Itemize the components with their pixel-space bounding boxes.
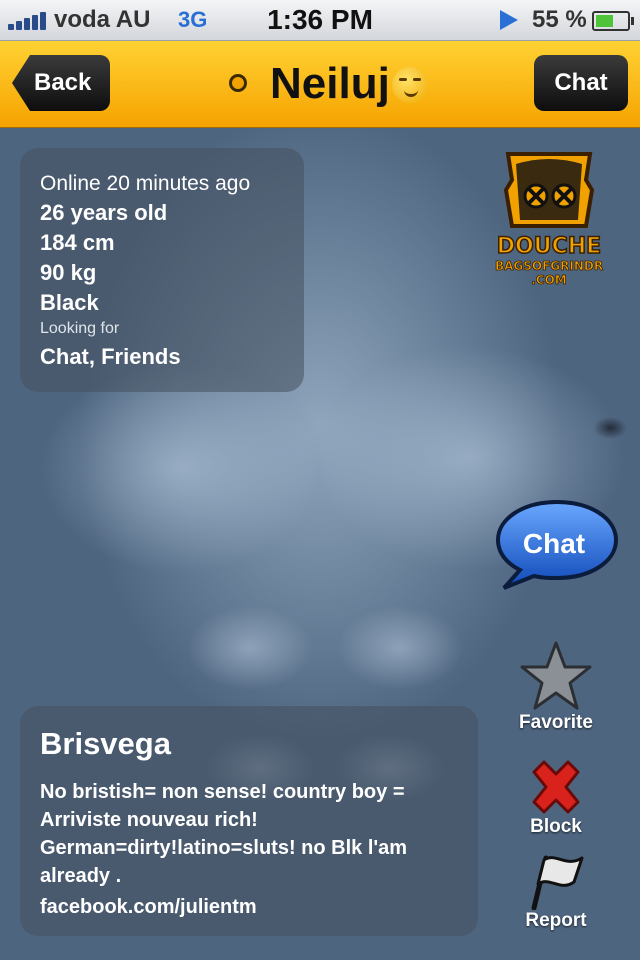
navigation-bar: Back Neiluj Chat — [0, 41, 640, 128]
status-bar: voda AU 3G 1:36 PM 55 % — [0, 0, 640, 41]
weight: 90 kg — [40, 260, 97, 285]
looking-for-label: Looking for — [40, 320, 120, 337]
display-name: Brisvega — [40, 726, 171, 761]
star-icon — [520, 641, 592, 710]
battery-icon — [592, 11, 634, 31]
play-icon — [500, 10, 518, 30]
battery-percentage: 55 % — [532, 6, 587, 33]
ethnicity: Black — [40, 290, 99, 315]
profile-info-card: Online 20 minutes ago 26 years old 184 c… — [20, 148, 304, 392]
online-status-icon — [229, 74, 247, 92]
logo-line1: DOUCHE — [497, 234, 601, 259]
report-button[interactable]: Report — [506, 852, 606, 932]
profile-link[interactable]: facebook.com/julientm — [40, 896, 257, 919]
block-x-icon — [532, 760, 580, 814]
favorite-label: Favorite — [519, 712, 593, 733]
back-button-label: Back — [34, 69, 92, 96]
block-button[interactable]: Block — [506, 758, 606, 838]
age: 26 years old — [40, 200, 168, 225]
back-button[interactable]: Back — [12, 55, 110, 111]
logo-line2: BAGSOFGRINDR — [495, 259, 603, 273]
flag-icon — [531, 855, 584, 910]
chat-bubble-button[interactable]: Chat — [494, 498, 620, 590]
block-label: Block — [530, 816, 582, 837]
profile-bio: No bristish= non sense! country boy = Ar… — [40, 781, 408, 887]
douchebags-logo: DOUCHE BAGSOFGRINDR .COM — [486, 150, 612, 287]
chat-bubble-label: Chat — [522, 528, 586, 559]
height: 184 cm — [40, 230, 115, 255]
looking-for: Chat, Friends — [40, 344, 181, 369]
logo-line3: .COM — [531, 273, 567, 286]
profile-name-title: Neiluj — [270, 59, 390, 108]
smirk-emoji-icon — [392, 67, 428, 103]
favorite-button[interactable]: Favorite — [506, 640, 606, 734]
report-label: Report — [525, 910, 587, 931]
last-online: Online 20 minutes ago — [40, 172, 251, 195]
chat-button[interactable]: Chat — [534, 55, 628, 111]
profile-about-card: Brisvega No bristish= non sense! country… — [20, 706, 478, 936]
